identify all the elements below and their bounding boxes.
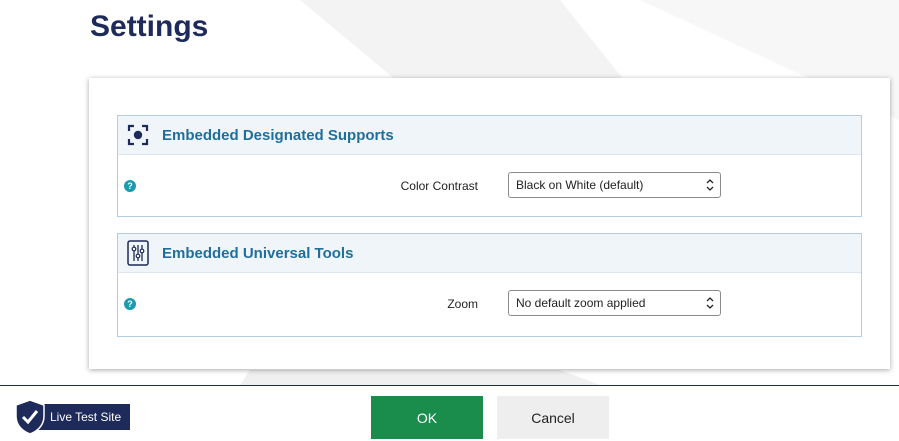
setting-row-zoom: ? Zoom No default zoom applied bbox=[118, 273, 861, 333]
setting-row-color-contrast: ? Color Contrast Black on White (default… bbox=[118, 155, 861, 215]
section-header: Embedded Designated Supports bbox=[118, 116, 861, 155]
zoom-select[interactable]: No default zoom applied bbox=[508, 290, 721, 316]
footer-divider bbox=[0, 385, 899, 386]
select-arrows-icon bbox=[705, 296, 715, 310]
select-arrows-icon bbox=[705, 178, 715, 192]
section-universal-tools: Embedded Universal Tools ? Zoom No defau… bbox=[117, 233, 862, 337]
badge-label: Live Test Site bbox=[36, 404, 131, 430]
color-contrast-label: Color Contrast bbox=[400, 179, 478, 193]
color-contrast-select[interactable]: Black on White (default) bbox=[508, 172, 721, 198]
shield-check-icon bbox=[14, 399, 46, 435]
cancel-button[interactable]: Cancel bbox=[497, 396, 609, 439]
sliders-icon bbox=[126, 240, 150, 266]
section-header: Embedded Universal Tools bbox=[118, 234, 861, 273]
zoom-label: Zoom bbox=[447, 297, 478, 311]
section-designated-supports: Embedded Designated Supports ? Color Con… bbox=[117, 115, 862, 217]
focus-target-icon bbox=[126, 123, 150, 147]
help-icon[interactable]: ? bbox=[124, 298, 136, 310]
settings-panel: Embedded Designated Supports ? Color Con… bbox=[89, 78, 890, 369]
page-title: Settings bbox=[90, 10, 209, 43]
ok-button[interactable]: OK bbox=[371, 396, 483, 439]
section-title: Embedded Designated Supports bbox=[162, 126, 394, 144]
help-icon[interactable]: ? bbox=[124, 180, 136, 192]
section-title: Embedded Universal Tools bbox=[162, 244, 354, 262]
zoom-value: No default zoom applied bbox=[516, 296, 646, 310]
color-contrast-value: Black on White (default) bbox=[516, 178, 644, 192]
live-test-site-badge: Live Test Site bbox=[14, 399, 131, 435]
